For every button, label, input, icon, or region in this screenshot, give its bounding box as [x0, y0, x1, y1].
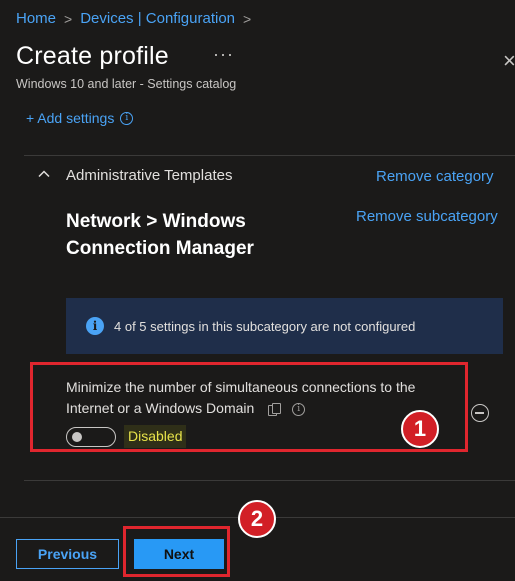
step-badge-2: 2	[238, 500, 276, 538]
remove-setting-icon[interactable]	[471, 404, 489, 422]
remove-category-link[interactable]: Remove category	[376, 168, 494, 185]
previous-button[interactable]: Previous	[16, 539, 119, 569]
info-banner-text: 4 of 5 settings in this subcategory are …	[114, 318, 416, 334]
add-settings-link[interactable]: + Add settings i	[26, 110, 134, 126]
breadcrumb-devices-configuration[interactable]: Devices | Configuration	[80, 10, 235, 27]
chevron-up-icon[interactable]	[38, 168, 50, 180]
close-icon[interactable]: ×	[503, 48, 515, 74]
breadcrumb: Home > Devices | Configuration >	[16, 10, 251, 27]
info-icon: i	[86, 317, 104, 335]
highlight-box-setting	[30, 362, 468, 452]
remove-subcategory-link[interactable]: Remove subcategory	[356, 208, 498, 225]
breadcrumb-home[interactable]: Home	[16, 10, 56, 27]
add-settings-label: + Add settings	[26, 110, 115, 126]
subcategory-title: Network > Windows Connection Manager	[66, 211, 254, 259]
breadcrumb-separator: >	[64, 10, 73, 27]
info-banner: i 4 of 5 settings in this subcategory ar…	[66, 298, 503, 354]
highlight-box-next	[123, 526, 230, 577]
category-title[interactable]: Administrative Templates	[66, 167, 232, 184]
section-divider	[24, 155, 515, 156]
info-icon[interactable]: i	[120, 111, 134, 125]
more-options-icon[interactable]: ···	[213, 44, 234, 65]
setting-divider	[24, 480, 515, 481]
page-title: Create profile	[16, 42, 169, 70]
breadcrumb-separator: >	[243, 10, 252, 27]
step-badge-1: 1	[401, 410, 439, 448]
page-subtitle: Windows 10 and later - Settings catalog	[16, 77, 237, 91]
